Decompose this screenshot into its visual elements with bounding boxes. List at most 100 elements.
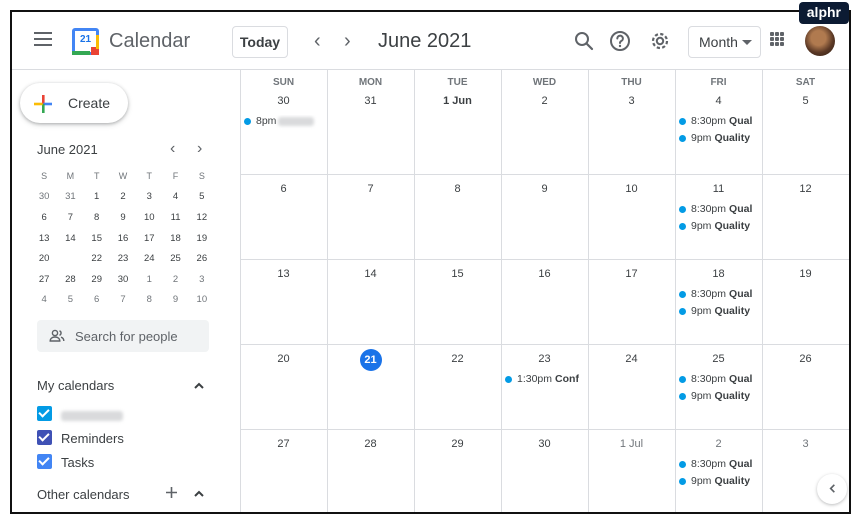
mini-calendar-prev-button[interactable]: ‹: [170, 140, 175, 158]
mini-calendar-day[interactable]: 15: [84, 233, 110, 244]
date-number[interactable]: 11: [675, 183, 762, 195]
event-chip[interactable]: 1:30pm Conf: [505, 373, 586, 389]
checkbox-checked-icon[interactable]: [37, 430, 52, 445]
date-number[interactable]: 2: [501, 95, 588, 107]
mini-calendar-day[interactable]: 21: [57, 248, 83, 269]
next-period-button[interactable]: ›: [344, 30, 351, 53]
mini-calendar-day[interactable]: 30: [110, 274, 136, 285]
settings-gear-icon[interactable]: [648, 29, 672, 53]
day-cell[interactable]: WED 2: [501, 70, 588, 176]
date-number[interactable]: 14: [327, 268, 414, 280]
event-chip[interactable]: 9pm Quality: [679, 305, 760, 321]
mini-calendar-day[interactable]: 25: [162, 253, 188, 264]
day-cell[interactable]: 23 1:30pm Conf: [501, 345, 588, 430]
date-number[interactable]: 24: [588, 353, 675, 365]
help-icon[interactable]: [608, 29, 632, 53]
mini-calendar-day[interactable]: 3: [189, 274, 215, 285]
date-number[interactable]: 25: [675, 353, 762, 365]
date-number[interactable]: 1 Jul: [588, 438, 675, 450]
side-panel-toggle-button[interactable]: [817, 474, 847, 504]
day-cell[interactable]: MON 31: [327, 70, 414, 176]
mini-calendar-day[interactable]: 6: [84, 294, 110, 305]
date-number[interactable]: 12: [762, 183, 849, 195]
mini-calendar-day[interactable]: 18: [162, 233, 188, 244]
checkbox-checked-icon[interactable]: [37, 454, 52, 469]
mini-calendar-day[interactable]: 20: [31, 253, 57, 264]
mini-calendar-day[interactable]: 9: [162, 294, 188, 305]
mini-calendar-day[interactable]: 1: [84, 191, 110, 202]
day-cell[interactable]: 2 8:30pm Qual 9pm Quality: [675, 430, 762, 512]
date-number[interactable]: 3: [588, 95, 675, 107]
mini-calendar-day[interactable]: 7: [110, 294, 136, 305]
mini-calendar-day[interactable]: 30: [31, 191, 57, 202]
date-number[interactable]: 28: [327, 438, 414, 450]
mini-calendar-day[interactable]: 22: [84, 253, 110, 264]
day-cell[interactable]: 28: [327, 430, 414, 512]
mini-calendar-day[interactable]: 4: [162, 191, 188, 202]
date-number[interactable]: 30: [240, 95, 327, 107]
date-number[interactable]: 9: [501, 183, 588, 195]
mini-calendar-day[interactable]: 4: [31, 294, 57, 305]
mini-calendar-day[interactable]: 3: [136, 191, 162, 202]
event-chip[interactable]: 9pm Quality: [679, 390, 760, 406]
date-number[interactable]: 7: [327, 183, 414, 195]
chevron-up-icon[interactable]: [193, 380, 205, 392]
google-apps-icon[interactable]: [770, 32, 784, 46]
date-number[interactable]: 13: [240, 268, 327, 280]
date-number[interactable]: 15: [414, 268, 501, 280]
day-cell[interactable]: 27: [240, 430, 327, 512]
day-cell[interactable]: 16: [501, 260, 588, 345]
search-people-input[interactable]: Search for people: [37, 320, 209, 352]
day-cell[interactable]: 20: [240, 345, 327, 430]
create-button[interactable]: Create: [20, 83, 128, 123]
mini-calendar-day[interactable]: 24: [136, 253, 162, 264]
mini-calendar-day[interactable]: 13: [31, 233, 57, 244]
mini-calendar-day[interactable]: 17: [136, 233, 162, 244]
day-cell[interactable]: FRI 4 8:30pm Qual 9pm Quality: [675, 70, 762, 176]
event-chip[interactable]: 8:30pm Qual: [679, 203, 760, 219]
mini-calendar-day[interactable]: 27: [31, 274, 57, 285]
chevron-up-icon[interactable]: [193, 488, 205, 500]
mini-calendar-next-button[interactable]: ›: [197, 140, 202, 158]
day-cell[interactable]: 9: [501, 175, 588, 260]
date-number[interactable]: 18: [675, 268, 762, 280]
mini-calendar-day[interactable]: 23: [110, 253, 136, 264]
add-calendar-plus-icon[interactable]: [165, 486, 178, 499]
day-cell[interactable]: 18 8:30pm Qual 9pm Quality: [675, 260, 762, 345]
day-cell[interactable]: 12: [762, 175, 849, 260]
mini-calendar-day[interactable]: 6: [31, 212, 57, 223]
day-cell[interactable]: 19: [762, 260, 849, 345]
mini-calendar-day[interactable]: 8: [84, 212, 110, 223]
today-button[interactable]: Today: [232, 26, 288, 58]
day-cell[interactable]: 29: [414, 430, 501, 512]
day-cell[interactable]: 8: [414, 175, 501, 260]
day-cell[interactable]: 1 Jul: [588, 430, 675, 512]
date-number[interactable]: 20: [240, 353, 327, 365]
day-cell[interactable]: 7: [327, 175, 414, 260]
view-switcher-button[interactable]: Month: [688, 26, 761, 58]
date-number[interactable]: 29: [414, 438, 501, 450]
day-cell[interactable]: TUE 1 Jun: [414, 70, 501, 176]
mini-calendar-day[interactable]: 1: [136, 274, 162, 285]
mini-calendar-day[interactable]: 5: [189, 191, 215, 202]
date-number[interactable]: 23: [501, 353, 588, 365]
day-cell[interactable]: SAT 5: [762, 70, 849, 176]
mini-calendar-day[interactable]: 10: [189, 294, 215, 305]
day-cell[interactable]: 17: [588, 260, 675, 345]
date-number[interactable]: 2: [675, 438, 762, 450]
day-cell[interactable]: 26: [762, 345, 849, 430]
day-cell[interactable]: 21: [327, 345, 414, 430]
mini-calendar-day[interactable]: 28: [57, 274, 83, 285]
mini-calendar-day[interactable]: 14: [57, 233, 83, 244]
main-menu-icon[interactable]: [34, 32, 52, 46]
day-cell[interactable]: 22: [414, 345, 501, 430]
day-cell[interactable]: THU 3: [588, 70, 675, 176]
day-cell[interactable]: 11 8:30pm Qual 9pm Quality: [675, 175, 762, 260]
mini-calendar-day[interactable]: 29: [84, 274, 110, 285]
day-cell[interactable]: 30: [501, 430, 588, 512]
event-chip[interactable]: 8:30pm Qual: [679, 458, 760, 474]
date-number[interactable]: 17: [588, 268, 675, 280]
day-cell[interactable]: 15: [414, 260, 501, 345]
event-chip[interactable]: 8:30pm Qual: [679, 115, 760, 131]
day-cell[interactable]: SUN 30 8pm: [240, 70, 327, 176]
